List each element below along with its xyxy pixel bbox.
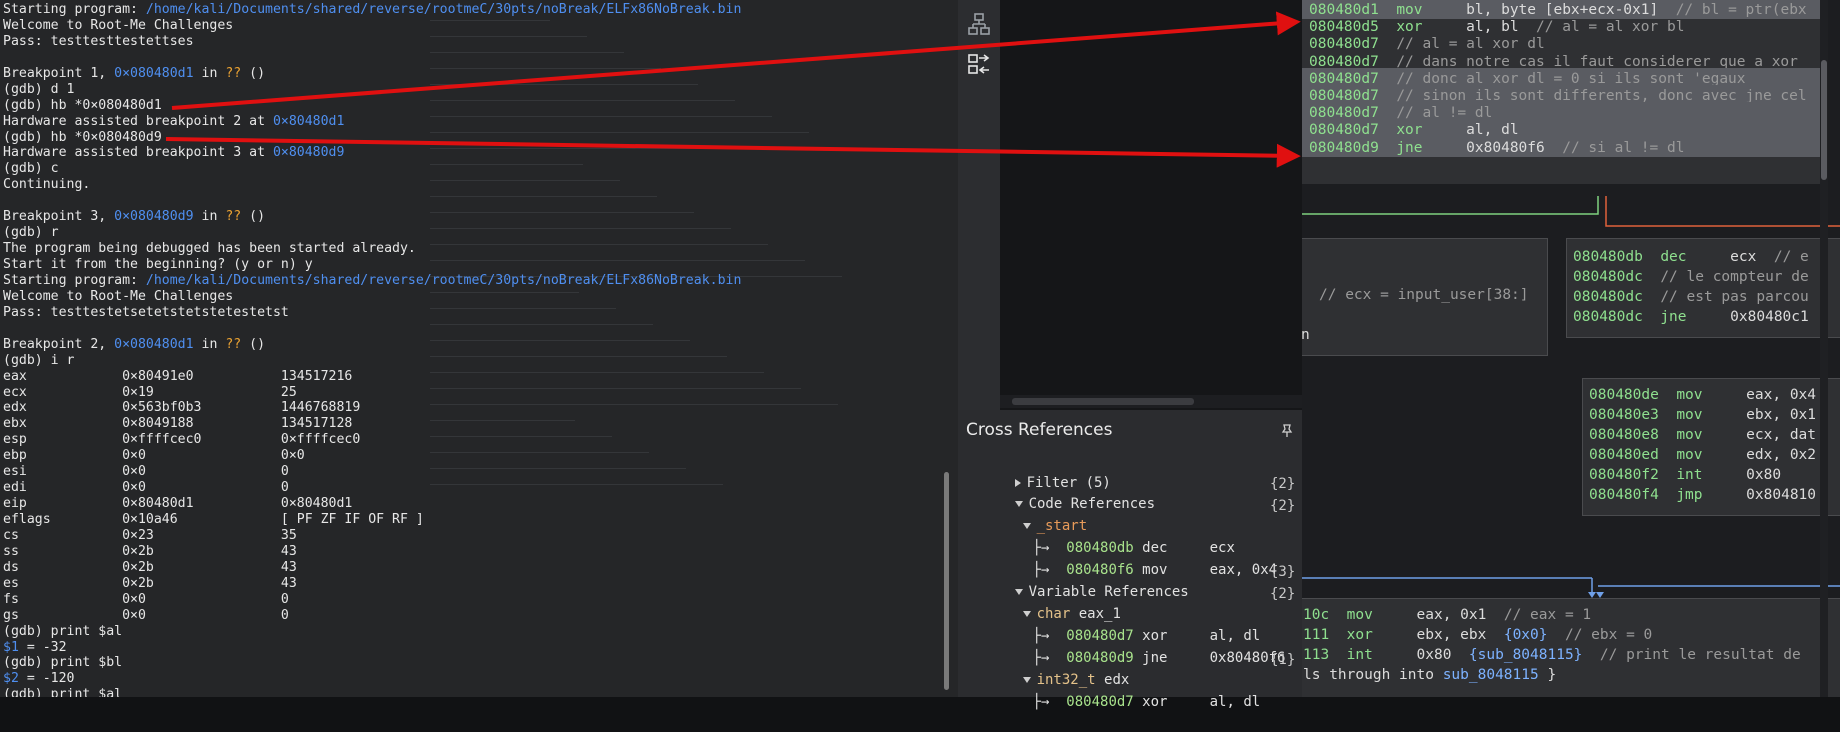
annotation-arrows: [165, 11, 1301, 168]
